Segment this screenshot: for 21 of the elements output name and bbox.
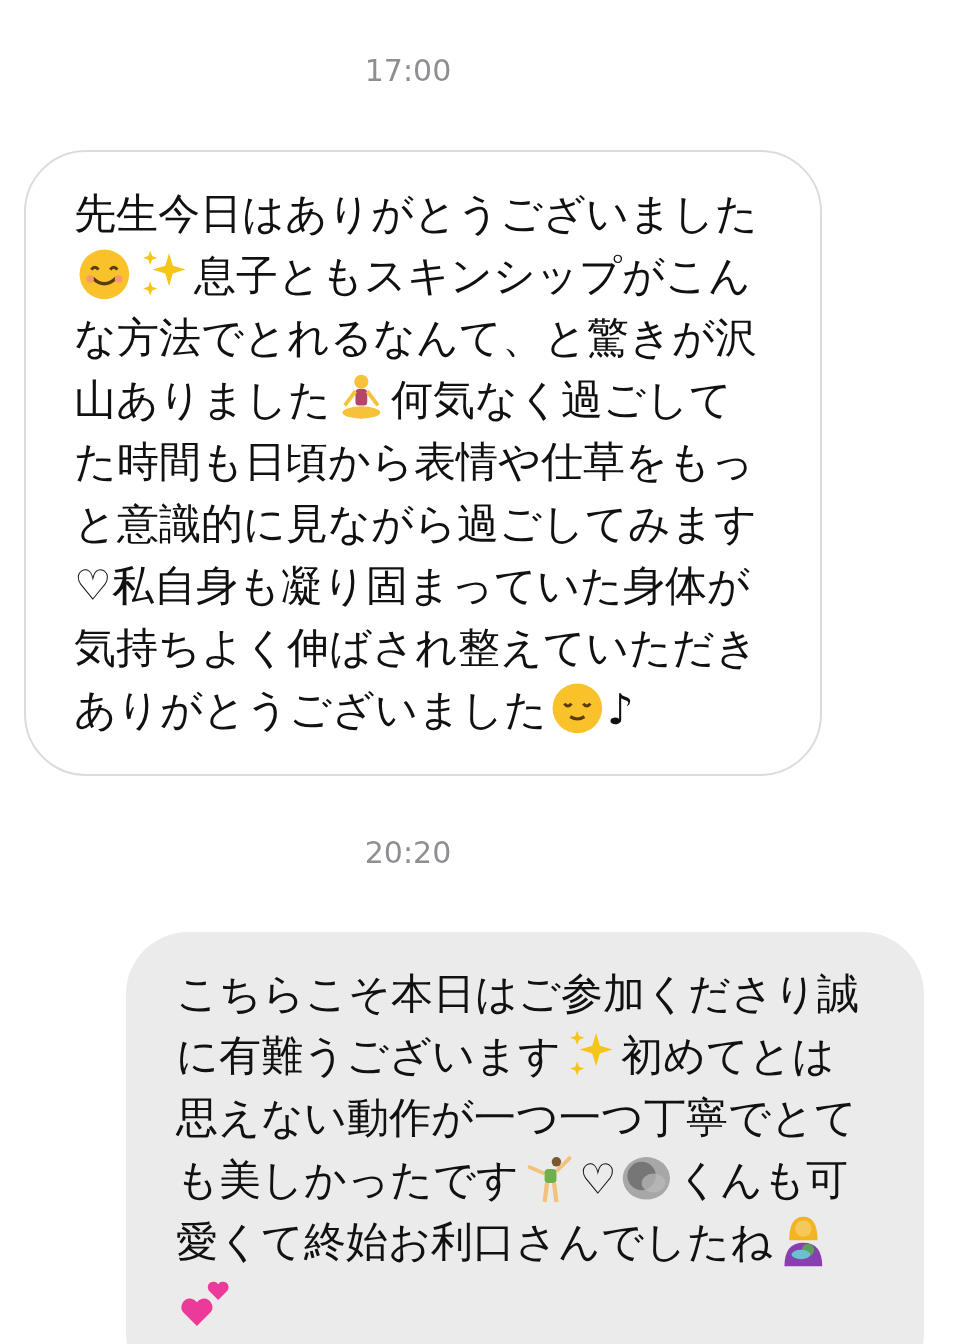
message-text: ♡私自身も凝り固まっていた身体が (74, 561, 750, 610)
message-text: 初めてとは (621, 1031, 836, 1080)
message-text: も美しかったです (176, 1155, 519, 1204)
timestamp: 17:00 (364, 53, 452, 88)
message-text: ♪ (607, 685, 634, 734)
message-text: に有難うございます (176, 1031, 561, 1080)
message-text: ♡ (579, 1155, 617, 1204)
message-text: た時間も日頃から表情や仕草をもっ (74, 437, 754, 486)
timestamp: 20:20 (364, 835, 452, 870)
message-text: と意識的に見ながら過ごしてみます (74, 499, 757, 548)
message-text: 何気なく過ごして (391, 375, 733, 424)
message-text: 思えない動作が一つ一つ丁寧でとて (176, 1093, 857, 1142)
message-text: 気持ちよく伸ばされ整えていただき (74, 623, 758, 672)
message-text: 先生今日はありがとうございました (74, 189, 758, 238)
message-text: 愛くて終始お利口さんでしたね (176, 1217, 773, 1266)
message-text: 山ありました (74, 375, 331, 424)
message-text: ありがとうございました (74, 685, 547, 734)
message-text: こちらこそ本日はご参加くださり誠 (176, 969, 859, 1018)
message-text: な方法でとれるなんて、と驚きが沢 (74, 313, 757, 362)
message-text: 息子ともスキンシップがこん (194, 251, 752, 300)
message-text: くんも可 (676, 1155, 848, 1204)
